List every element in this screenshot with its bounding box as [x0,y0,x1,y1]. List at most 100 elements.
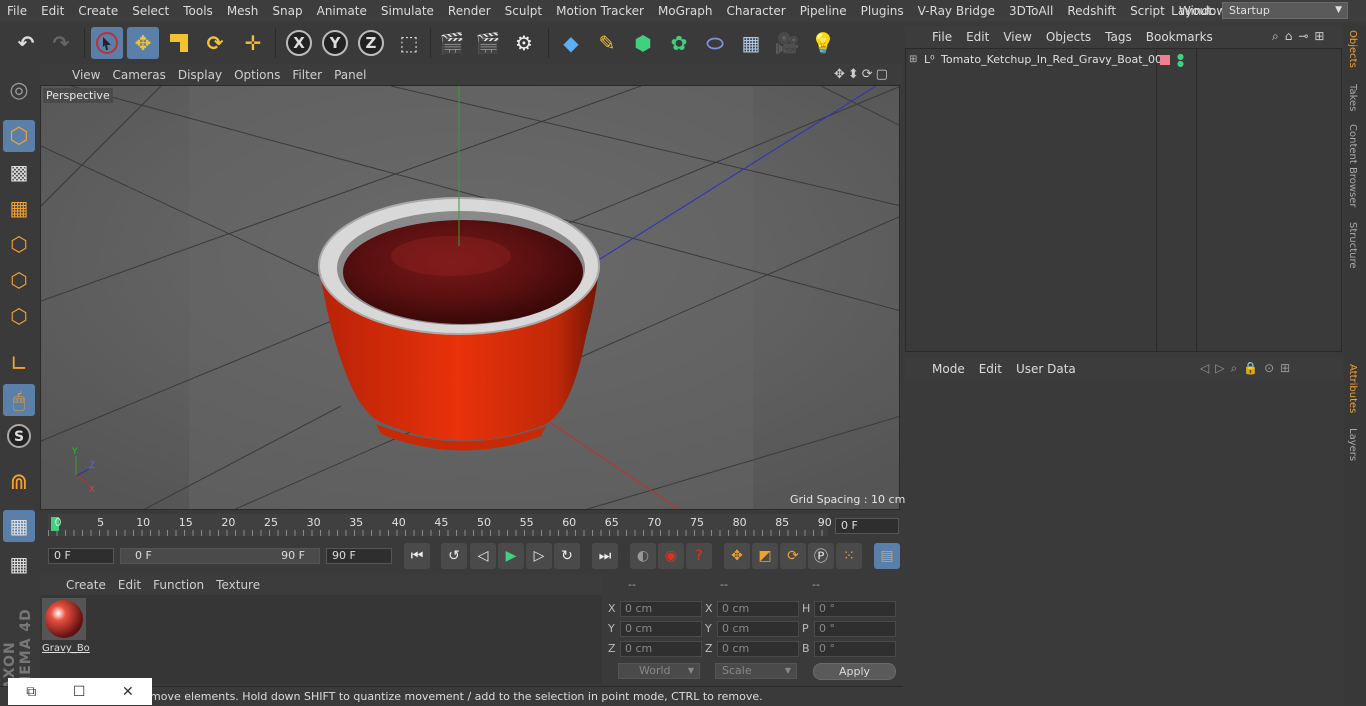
tab-takes[interactable]: Takes [1347,84,1358,111]
coordinate-space-dropdown[interactable]: World ▼ [618,663,700,679]
menu-item-character[interactable]: Character [719,0,792,22]
menu-item-mograph[interactable]: MoGraph [651,0,720,22]
object-menu-edit[interactable]: Edit [959,30,996,44]
viewport[interactable]: Y Z X [40,85,900,510]
menu-item-snap[interactable]: Snap [265,0,309,22]
y-axis-icon[interactable]: Y [319,27,351,59]
tab-structure[interactable]: Structure [1347,222,1358,269]
attribute-menu-mode[interactable]: Mode [925,362,972,376]
make-editable-icon[interactable]: ◎ [3,74,35,106]
light-icon[interactable]: 💡 [807,27,839,59]
menu-item-animate[interactable]: Animate [310,0,374,22]
restore-icon[interactable]: ⧉ [26,684,36,700]
object-menu-file[interactable]: File [925,30,959,44]
viewport-menu-display[interactable]: Display [172,68,228,82]
menu-item-script[interactable]: Script [1123,0,1172,22]
redo-icon[interactable]: ↷ [45,27,77,59]
menu-item-file[interactable]: File [0,0,34,22]
key-rotation-icon[interactable]: ⟳ [780,543,806,569]
viewport-menu-filter[interactable]: Filter [286,68,328,82]
model-mode-icon[interactable]: ⬡ [3,120,35,152]
visibility-dots-icon[interactable]: ● ● [1177,53,1184,68]
expand-icon[interactable]: ⊞ [909,54,917,65]
timeline-ruler[interactable]: 0 5 10 15 20 25 30 35 40 45 50 55 60 65 70 75 80 85 90 [48,514,832,536]
render-picture-viewer-icon[interactable]: 🎬 [472,27,504,59]
menu-item-edit[interactable]: Edit [34,0,71,22]
tweak-mode-icon[interactable]: 🖱 [3,384,35,416]
rotate-icon[interactable]: ⟳ [199,27,231,59]
end-frame-field[interactable]: 90 F [326,548,392,564]
polygons-mode-icon[interactable]: ⬡ [3,300,35,332]
workplane-lock-icon[interactable]: ▦ [3,510,35,542]
material-menu-edit[interactable]: Edit [112,578,147,592]
current-frame-field[interactable]: 0 F [835,518,899,534]
frame-range-slider[interactable]: 0 F 90 F [120,548,320,564]
autokey-icon[interactable]: ? [686,543,712,569]
object-menu-bookmarks[interactable]: Bookmarks [1139,30,1220,44]
workplane-icon[interactable]: ▦ [3,192,35,224]
menu-item-pipeline[interactable]: Pipeline [793,0,854,22]
x-axis-icon[interactable]: X [283,27,315,59]
material-menu-texture[interactable]: Texture [210,578,266,592]
render-view-icon[interactable]: 🎬 [436,27,468,59]
menu-item-3dtoall[interactable]: 3DToAll [1002,0,1060,22]
coordinate-system-icon[interactable]: ⬚ [393,27,425,59]
record-keys-icon[interactable]: ◉ [658,543,684,569]
points-mode-icon[interactable]: ⬡ [3,228,35,260]
attribute-menu-user-data[interactable]: User Data [1009,362,1083,376]
object-menu-tags[interactable]: Tags [1098,30,1139,44]
select-arrow-icon[interactable] [91,27,123,59]
timeline-window-icon[interactable]: ▤ [874,543,900,569]
viewport-menu-view[interactable]: View [66,68,106,82]
object-manager-tools[interactable]: ⌕⌂⊸⊞ [1272,29,1330,44]
maximize-icon[interactable]: ☐ [73,684,86,700]
z-axis-icon[interactable]: Z [355,27,387,59]
apply-button[interactable]: Apply [813,663,896,680]
camera-icon[interactable]: 🎥 [771,27,803,59]
menu-item-plugins[interactable]: Plugins [854,0,911,22]
next-frame-icon[interactable]: ▷ [526,543,552,569]
coord-value-field[interactable]: 0 cm [620,601,702,617]
coord-value-field[interactable]: 0 ° [814,601,896,617]
viewport-nav-icons[interactable]: ✥⬍⟳▢ [834,67,891,82]
subdivision-icon[interactable]: ⬢ [627,27,659,59]
menu-item-redshift[interactable]: Redshift [1060,0,1123,22]
render-settings-icon[interactable]: ⚙ [508,27,540,59]
layout-dropdown[interactable]: Startup ▼ [1222,2,1348,19]
menu-item-create[interactable]: Create [71,0,125,22]
attribute-menu-edit[interactable]: Edit [972,362,1009,376]
coord-value-field[interactable]: 0 cm [717,641,799,657]
pen-icon[interactable]: ✎ [591,27,623,59]
play-icon[interactable]: ▶ [498,543,524,569]
locked-workplane-icon[interactable]: ▦ [3,548,35,580]
key-parameter-icon[interactable]: Ⓟ [808,543,834,569]
go-to-end-icon[interactable]: ⏭ [592,543,618,569]
viewport-menu-panel[interactable]: Panel [328,68,372,82]
tab-objects[interactable]: Objects [1347,30,1358,68]
undo-icon[interactable]: ↶ [10,27,42,59]
viewport-menu-cameras[interactable]: Cameras [106,68,171,82]
menu-item-tools[interactable]: Tools [176,0,220,22]
deformer-icon[interactable]: ⬭ [699,27,731,59]
start-frame-field[interactable]: 0 F [48,548,114,564]
material-menu-create[interactable]: Create [60,578,112,592]
menu-item-motion-tracker[interactable]: Motion Tracker [549,0,651,22]
tab-content-browser[interactable]: Content Browser [1347,124,1358,207]
material-swatch[interactable]: Gravy_Bo [42,598,90,654]
key-scale-icon[interactable]: ◩ [752,543,778,569]
live-select-icon[interactable]: ✛ [237,27,269,59]
edges-mode-icon[interactable]: ⬡ [3,264,35,296]
cloner-icon[interactable]: ✿ [663,27,695,59]
snap-icon[interactable]: S [3,420,35,452]
axis-mode-icon[interactable]: ∟ [3,348,35,380]
magnet-icon[interactable]: ⋒ [3,466,35,498]
key-position-icon[interactable]: ✥ [724,543,750,569]
tab-attributes[interactable]: Attributes [1347,364,1358,413]
object-menu-objects[interactable]: Objects [1039,30,1098,44]
coordinate-mode-dropdown[interactable]: Scale ▼ [715,663,797,679]
go-to-start-icon[interactable]: ⏮ [404,543,430,569]
coord-value-field[interactable]: 0 cm [620,641,702,657]
motion-record-icon[interactable]: ◐ [630,543,656,569]
material-tag-icon[interactable] [1160,55,1170,65]
coord-value-field[interactable]: 0 ° [814,641,896,657]
